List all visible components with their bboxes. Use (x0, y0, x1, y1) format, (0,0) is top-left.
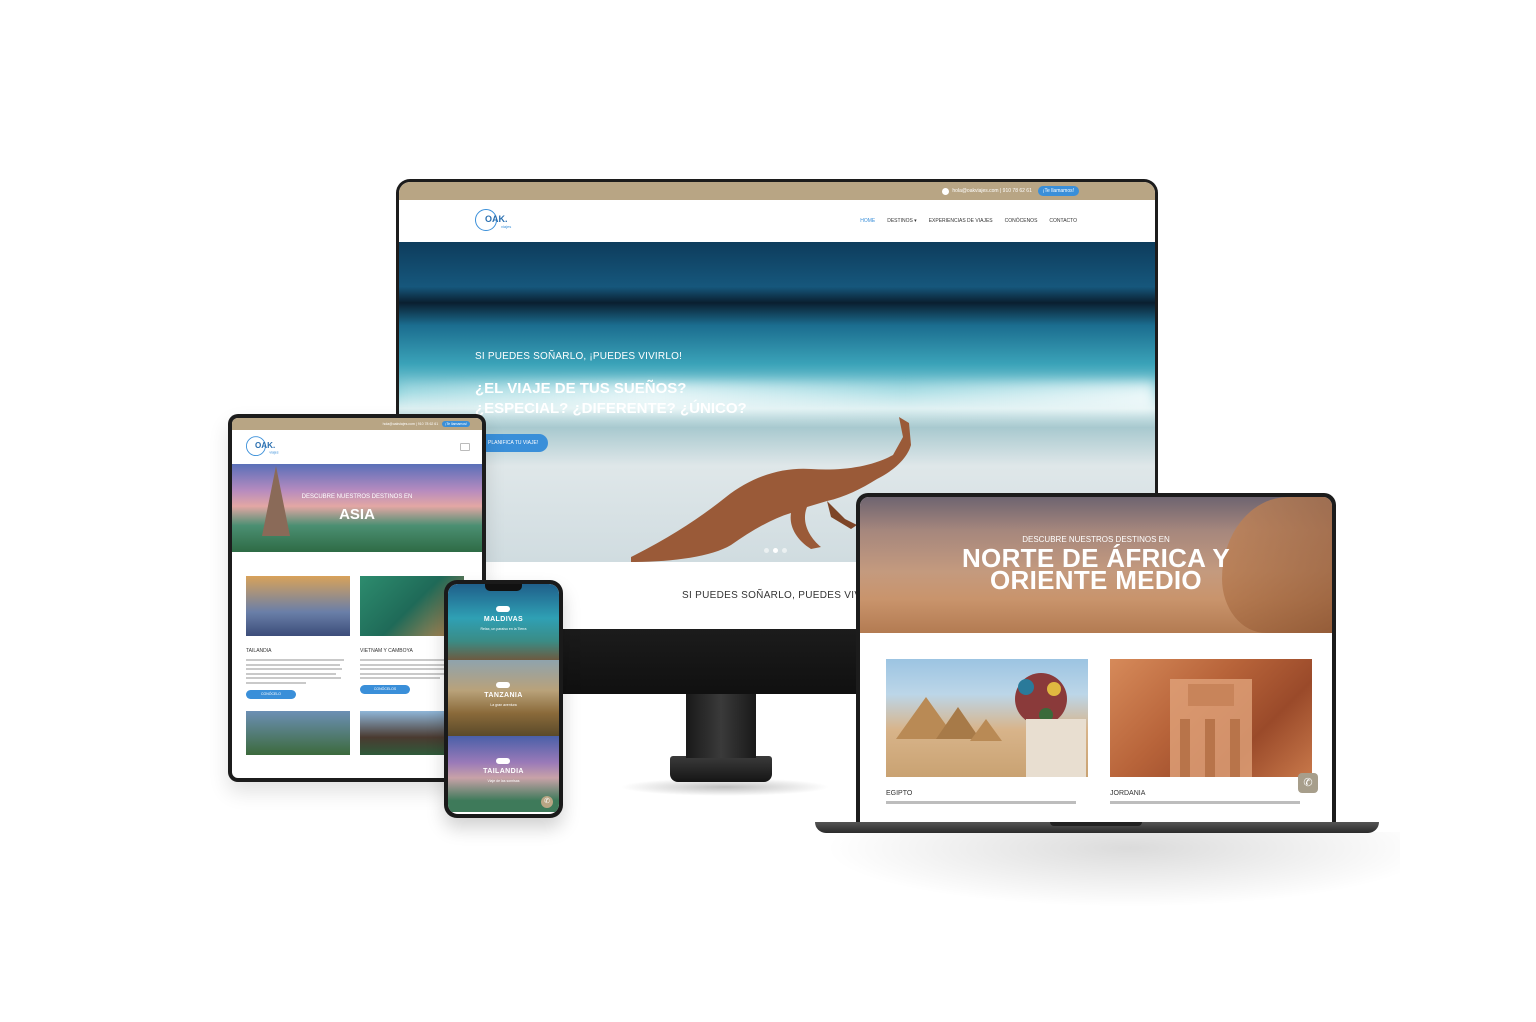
tile-subtitle: La gran aventura (490, 703, 517, 707)
phone-tile[interactable]: MALDIVAS Relax, un paraíso en la Tierra (448, 584, 559, 660)
laptop-hero-title: NORTE DE ÁFRICA Y ORIENTE MEDIO (860, 545, 1332, 595)
logo-text: OAK. (485, 214, 508, 224)
laptop-shadow (800, 832, 1400, 912)
tablet-call-button[interactable]: ¡Te llamamos! (442, 421, 470, 427)
tile-title: TAILANDIA (483, 768, 524, 775)
destination-card: EGIPTO (886, 659, 1088, 804)
hero-headline: ¿EL VIAJE DE TUS SUEÑOS? ¿ESPECIAL? ¿DIF… (475, 379, 747, 419)
tile-title: MALDIVAS (483, 616, 524, 623)
destination-card: TAILANDIA CONÓCELO (246, 576, 350, 699)
hero-kicker: SI PUEDES SOÑARLO, ¡PUEDES VIVIRLO! (475, 351, 683, 362)
tablet-hero-title: ASIA (339, 506, 375, 523)
destination-card: JORDANIA (1110, 659, 1312, 804)
destination-description (1110, 801, 1300, 804)
slider-dot[interactable] (782, 548, 787, 553)
tile-badge (496, 606, 510, 612)
menu-item-destinos[interactable]: DESTINOS ▾ (887, 218, 916, 224)
whatsapp-icon (942, 187, 950, 195)
desktop-topbar: hola@oakviajes.com | 910 78 62 61 ¡Te ll… (399, 182, 1155, 200)
destination-name: EGIPTO (886, 790, 913, 797)
pyramids-image (896, 673, 1086, 777)
oak-logo[interactable]: OAK. viajes (475, 208, 513, 234)
tablet-navbar: OAK. viajes (232, 430, 482, 464)
call-me-button[interactable]: ¡Te llamamos! (1037, 186, 1079, 196)
laptop-screen: DESCUBRE NUESTROS DESTINOS EN NORTE DE Á… (860, 497, 1332, 823)
monitor-stand-neck (686, 694, 756, 758)
thailand-image[interactable] (246, 576, 350, 636)
tile-badge (496, 682, 510, 688)
destination-name: JORDANIA (1110, 790, 1146, 797)
laptop-device: DESCUBRE NUESTROS DESTINOS EN NORTE DE Á… (856, 493, 1336, 823)
tablet-contact-text[interactable]: hola@oakviajes.com | 910 78 62 61 (383, 422, 439, 426)
phone-notch (485, 584, 522, 591)
laptop-destination-cards: EGIPTO JORDANIA (860, 633, 1332, 804)
logo-sub: viajes (501, 224, 512, 229)
whatsapp-icon[interactable]: ✆ (1298, 773, 1318, 793)
tablet-logo[interactable]: OAK. viajes (246, 435, 280, 458)
menu-item-conocenos[interactable]: CONÓCENOS (1005, 218, 1038, 224)
slider-dots (764, 548, 787, 553)
tile-subtitle: Relax, un paraíso en la Tierra (480, 627, 527, 631)
hero-headline-line1: ¿EL VIAJE DE TUS SUEÑOS? (475, 380, 687, 397)
logo-sub: viajes (269, 449, 279, 455)
tile-badge (496, 758, 510, 764)
slider-dot[interactable] (764, 548, 769, 553)
laptop-notch (1050, 822, 1142, 826)
petra-image (1170, 679, 1252, 777)
slider-dot-active[interactable] (773, 548, 778, 553)
destination-button[interactable]: CONÓCELOS (360, 685, 410, 694)
phone-device: MALDIVAS Relax, un paraíso en la Tierra … (444, 580, 563, 818)
tile-title: TANZANIA (484, 692, 523, 699)
desktop-contact[interactable]: hola@oakviajes.com | 910 78 62 61 (942, 187, 1032, 195)
desktop-contact-text: hola@oakviajes.com | 910 78 62 61 (952, 188, 1032, 194)
tablet-topbar: hola@oakviajes.com | 910 78 62 61 ¡Te ll… (232, 418, 482, 430)
destination-image[interactable] (246, 710, 350, 755)
menu-item-experiencias[interactable]: EXPERIENCIAS DE VIAJES (929, 218, 993, 224)
tablet-hero: DESCUBRE NUESTROS DESTINOS EN ASIA (232, 464, 482, 552)
whatsapp-icon[interactable]: ✆ (541, 796, 553, 808)
destination-button[interactable]: CONÓCELO (246, 689, 296, 699)
jordan-image[interactable] (1110, 659, 1312, 777)
hamburger-menu-icon[interactable] (460, 443, 470, 451)
egypt-image[interactable] (886, 659, 1088, 777)
main-menu: HOME DESTINOS ▾ EXPERIENCIAS DE VIAJES C… (860, 218, 1077, 224)
destination-name: TAILANDIA (246, 648, 272, 654)
phone-tile[interactable]: TANZANIA La gran aventura (448, 660, 559, 736)
monitor-stand-base (670, 756, 772, 782)
menu-item-contacto[interactable]: CONTACTO (1049, 218, 1077, 224)
tile-subtitle: Viaje de las sonrisas (487, 779, 520, 783)
hero-headline-line2: ¿ESPECIAL? ¿DIFERENTE? ¿ÚNICO? (475, 400, 747, 417)
tablet-hero-kicker: DESCUBRE NUESTROS DESTINOS EN (301, 494, 413, 500)
desktop-navbar: OAK. viajes HOME DESTINOS ▾ EXPERIENCIAS… (399, 200, 1155, 242)
pagoda-image (262, 466, 290, 536)
destination-description (886, 801, 1076, 804)
menu-item-home[interactable]: HOME (860, 218, 875, 224)
phone-screen: MALDIVAS Relax, un paraíso en la Tierra … (448, 584, 559, 814)
logo-text: OAK. (255, 440, 276, 450)
desktop-tagline: SI PUEDES SOÑARLO, PUEDES VIVIR (682, 590, 872, 601)
destination-description (246, 659, 350, 684)
laptop-hero: DESCUBRE NUESTROS DESTINOS EN NORTE DE Á… (860, 497, 1332, 633)
plan-trip-button[interactable]: PLANIFICA TU VIAJE! (478, 434, 549, 452)
laptop-hero-title-line2: ORIENTE MEDIO (990, 565, 1202, 595)
